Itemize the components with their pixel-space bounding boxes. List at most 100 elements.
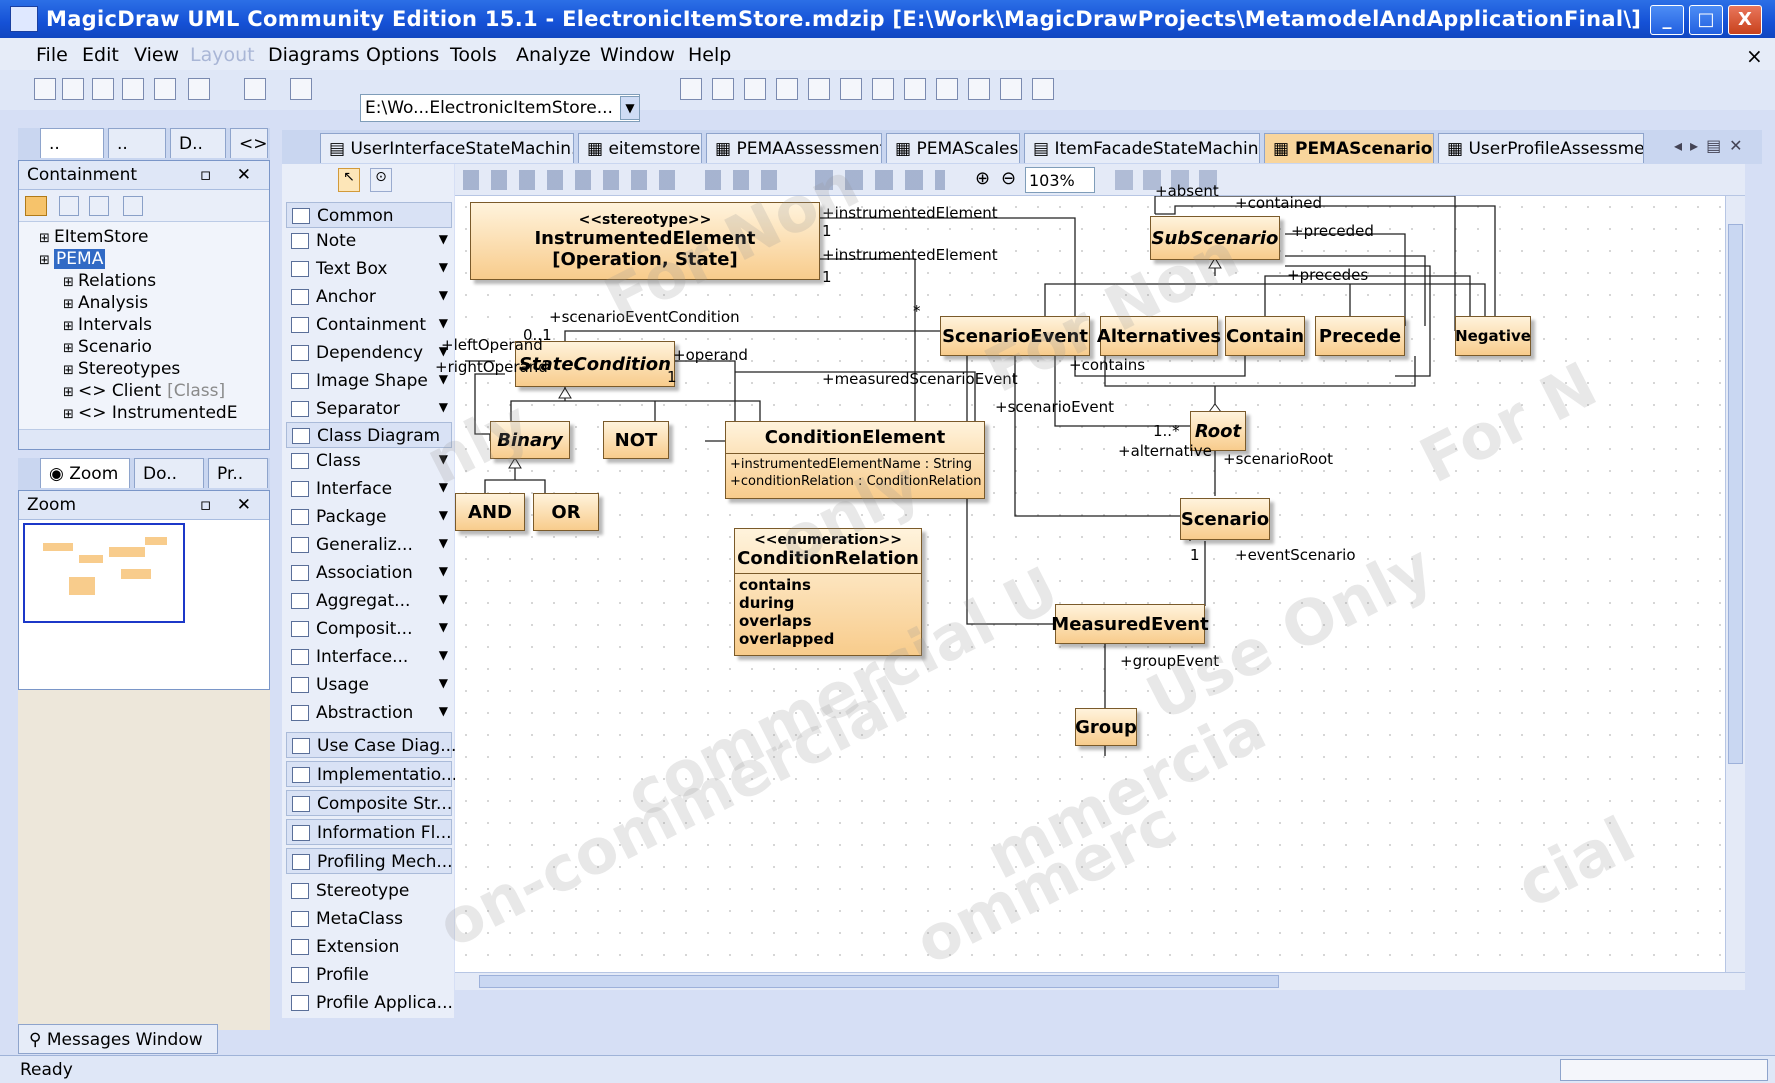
layout-icons[interactable]	[815, 170, 945, 190]
enum-condition-relation[interactable]: <<enumeration>> ConditionRelation contai…	[734, 528, 922, 656]
close-project-icon[interactable]	[122, 78, 144, 100]
tab-documentation[interactable]: Do..	[134, 458, 204, 488]
tree-item[interactable]: ⊞ Scenario	[39, 336, 269, 358]
tree-item[interactable]: ⊞ Stereotypes	[39, 358, 269, 380]
open-icon[interactable]	[62, 78, 84, 100]
class-instrumented-element[interactable]: <<stereotype>> InstrumentedElement [Oper…	[470, 202, 820, 280]
canvas-horizontal-scrollbar[interactable]	[455, 972, 1745, 990]
palette-item[interactable]: Usage ▼	[286, 672, 452, 698]
menu-layout[interactable]: Layout	[190, 44, 255, 66]
collapse-icon[interactable]	[89, 196, 109, 216]
tab-scroll-icons[interactable]: ◂▸▤✕	[1674, 136, 1751, 155]
class-scenario[interactable]: Scenario	[1180, 498, 1270, 540]
new-icon[interactable]	[34, 78, 56, 100]
palette-group-common[interactable]: Common	[286, 202, 452, 228]
print-icon[interactable]	[154, 78, 176, 100]
tab-item-facade-state-machine[interactable]: ▤ ItemFacadeStateMachine	[1024, 133, 1260, 163]
palette-item[interactable]: Generaliz... ▼	[286, 532, 452, 558]
palette-group-class-diagram[interactable]: Class Diagram	[286, 422, 452, 448]
zoom-in-icon[interactable]: ⊕	[975, 168, 990, 189]
palette-item[interactable]: Implementatio...	[286, 761, 457, 787]
palette-item[interactable]: Composite Str...	[286, 790, 452, 816]
tree-horizontal-scrollbar[interactable]	[19, 429, 269, 449]
dropdown-arrow-icon[interactable]: ▼	[439, 536, 448, 550]
dropdown-arrow-icon[interactable]: ▼	[439, 452, 448, 466]
class-precede[interactable]: Precede	[1315, 316, 1405, 356]
lock-icon[interactable]: ⊙	[370, 168, 392, 192]
tab-inheritance[interactable]: ..	[108, 128, 166, 158]
palette-item[interactable]: Extension	[286, 934, 452, 960]
tree-item[interactable]: ⊞ <> InstrumentedE	[39, 402, 269, 422]
expand-icon[interactable]: ⊞	[63, 341, 78, 356]
project-path-field[interactable]: E:\Wo...ElectronicItemStore...	[360, 94, 640, 122]
expand-icon[interactable]: ⊞	[63, 275, 78, 290]
palette-item[interactable]: Class ▼	[286, 448, 452, 474]
diagram-7-icon[interactable]	[872, 78, 894, 100]
palette-item[interactable]: Dependency ▼	[286, 340, 452, 366]
tab-model-extensions[interactable]: <>	[230, 128, 268, 158]
menu-diagrams[interactable]: Diagrams	[268, 44, 359, 66]
undo-icon[interactable]	[244, 78, 266, 100]
minimize-button[interactable]: _	[1650, 5, 1684, 35]
diagram-3-icon[interactable]	[744, 78, 766, 100]
dropdown-arrow-icon[interactable]: ▼	[439, 592, 448, 606]
diagram-5-icon[interactable]	[808, 78, 830, 100]
tree-item[interactable]: ⊞ EItemStore	[39, 226, 269, 248]
diagram-8-icon[interactable]	[904, 78, 926, 100]
menu-file[interactable]: File	[36, 44, 68, 66]
menu-help[interactable]: Help	[688, 44, 731, 66]
maximize-button[interactable]: □	[1689, 5, 1723, 35]
expand-icon[interactable]: ⊞	[63, 297, 78, 312]
dropdown-arrow-icon[interactable]: ▼	[439, 400, 448, 414]
menu-edit[interactable]: Edit	[82, 44, 119, 66]
palette-item[interactable]: Association ▼	[286, 560, 452, 586]
tree-item[interactable]: ⊞ Relations	[39, 270, 269, 292]
class-binary[interactable]: Binary	[490, 421, 570, 459]
messages-window-tab[interactable]: ⚲ Messages Window	[18, 1024, 218, 1054]
palette-item[interactable]: Anchor ▼	[286, 284, 452, 310]
expand-icon[interactable]: ⊞	[63, 363, 78, 378]
dropdown-arrow-icon[interactable]: ▼	[439, 648, 448, 662]
diagram-4-icon[interactable]	[776, 78, 798, 100]
class-scenario-event[interactable]: ScenarioEvent	[940, 316, 1090, 356]
tree-item[interactable]: ⊞ Analysis	[39, 292, 269, 314]
tab-pema-assessment[interactable]: ▦ PEMAAssessment	[706, 133, 882, 163]
zoom-viewport[interactable]	[23, 523, 185, 623]
tree-item[interactable]: ⊞ Intervals	[39, 314, 269, 336]
palette-item[interactable]: Composit... ▼	[286, 616, 452, 642]
open-folder-icon[interactable]	[123, 196, 143, 216]
expand-icon[interactable]: ⊞	[39, 231, 54, 246]
zoom-out-icon[interactable]: ⊖	[1001, 168, 1016, 189]
palette-item[interactable]: Containment ▼	[286, 312, 452, 338]
menu-window[interactable]: Window	[600, 44, 675, 66]
menu-options[interactable]: Options	[366, 44, 439, 66]
forward-icon[interactable]	[1000, 78, 1022, 100]
class-sub-scenario[interactable]: SubScenario	[1150, 216, 1280, 260]
tab-user-interface-state-machine[interactable]: ▤ UserInterfaceStateMachin...	[320, 133, 574, 163]
tab-user-profile-assessment[interactable]: ▦ UserProfileAssessmer	[1438, 133, 1644, 163]
tab-properties[interactable]: Pr..	[208, 458, 268, 488]
close-button[interactable]: X	[1728, 5, 1762, 35]
tab-pema-scenario[interactable]: ▦ PEMAScenario	[1264, 133, 1434, 163]
class-or[interactable]: OR	[533, 493, 599, 531]
menu-close-icon[interactable]: ×	[1746, 44, 1763, 68]
filter-icon[interactable]	[59, 196, 79, 216]
notes-icon[interactable]	[1032, 78, 1054, 100]
class-negative[interactable]: Negative	[1455, 316, 1531, 356]
dropdown-arrow-icon[interactable]: ▼	[439, 704, 448, 718]
dropdown-arrow-icon[interactable]: ▼	[439, 480, 448, 494]
expand-icon[interactable]: ⊞	[39, 253, 54, 268]
back-icon[interactable]	[968, 78, 990, 100]
auto-expand-icon[interactable]	[25, 196, 47, 216]
chevron-down-icon[interactable]: ▼	[620, 96, 640, 120]
dropdown-arrow-icon[interactable]: ▼	[439, 620, 448, 634]
canvas-vertical-scrollbar[interactable]	[1725, 196, 1745, 972]
expand-icon[interactable]: ⊞	[63, 319, 78, 334]
dropdown-arrow-icon[interactable]: ▼	[439, 232, 448, 246]
diagram-9-icon[interactable]	[936, 78, 958, 100]
class-condition-element[interactable]: ConditionElement +instrumentedElementNam…	[725, 421, 985, 499]
diagram-2-icon[interactable]	[712, 78, 734, 100]
dropdown-arrow-icon[interactable]: ▼	[439, 676, 448, 690]
palette-item[interactable]: Separator ▼	[286, 396, 452, 422]
tab-diagrams[interactable]: D..	[170, 128, 226, 158]
